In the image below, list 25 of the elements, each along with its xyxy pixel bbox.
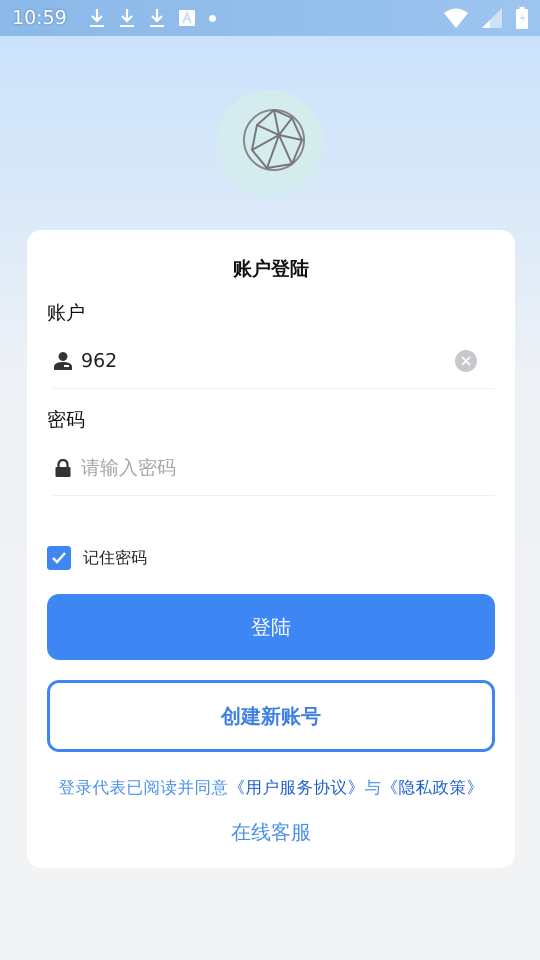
lock-icon <box>53 458 73 478</box>
download-icon <box>88 8 105 28</box>
wifi-icon <box>444 8 468 28</box>
agreement-text: 登录代表已阅读并同意《用户服务协议》与《隐私政策》 <box>58 777 484 799</box>
dot-icon <box>208 14 216 22</box>
download-icon <box>118 8 135 28</box>
download-icon <box>148 8 165 28</box>
user-icon <box>53 351 73 371</box>
remember-label: 记住密码 <box>83 548 147 568</box>
status-time: 10:59 <box>12 7 67 29</box>
agreement-link[interactable]: 《隐私政策》 <box>382 778 484 797</box>
app-notification-icon <box>178 10 195 26</box>
agreement-link[interactable]: 《用户服务协议》 <box>228 778 364 797</box>
signal-icon <box>482 8 502 28</box>
field-label: 密码 <box>47 408 85 433</box>
card-title: 账户登陆 <box>233 257 309 282</box>
input-field[interactable]: 962 <box>81 350 447 372</box>
create-account-button[interactable]: 创建新账号 <box>47 680 495 752</box>
input-field[interactable]: 请输入密码 <box>81 457 477 479</box>
support-link[interactable]: 在线客服 <box>231 819 311 846</box>
remember-checkbox[interactable] <box>47 546 71 570</box>
field-label: 账户 <box>47 301 85 326</box>
login-button[interactable]: 登陆 <box>47 594 495 660</box>
check-icon <box>51 550 67 566</box>
battery-icon <box>516 7 528 29</box>
